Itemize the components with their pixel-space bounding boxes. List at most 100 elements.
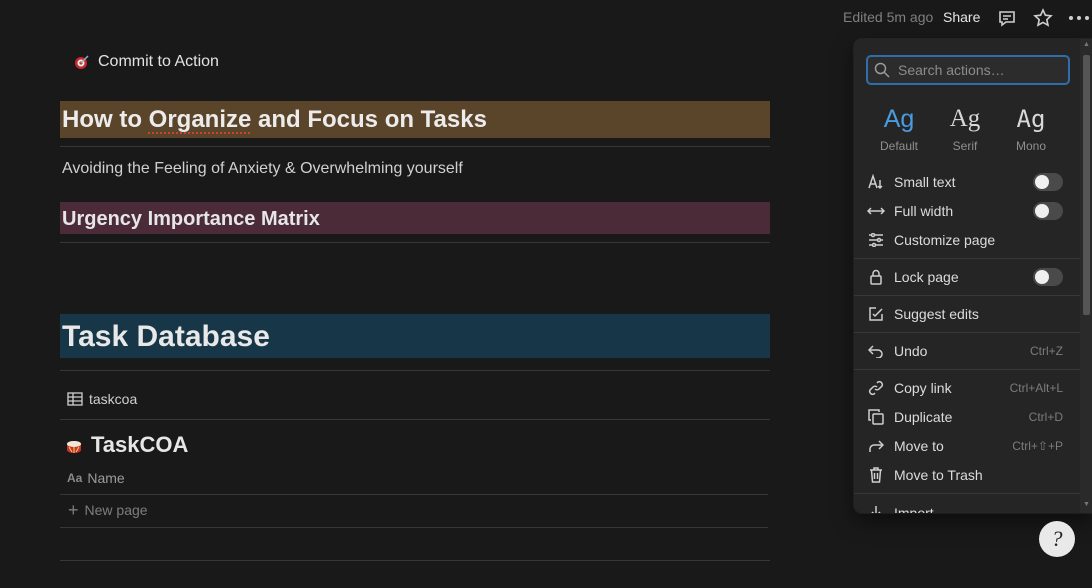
copy-link-shortcut: Ctrl+Alt+L	[1009, 380, 1063, 395]
undo-icon	[867, 342, 885, 360]
column-header-label: Name	[87, 470, 125, 486]
divider	[60, 527, 768, 528]
search-actions-input[interactable]	[896, 61, 1060, 79]
heading-task-database[interactable]: Task Database	[60, 314, 770, 358]
copy-link-row[interactable]: Copy link Ctrl+Alt+L	[854, 373, 1080, 402]
scrollbar-thumb[interactable]	[1083, 55, 1090, 315]
top-bar: Edited 5m ago Share	[0, 0, 1092, 34]
small-text-icon	[867, 173, 885, 191]
full-width-label: Full width	[894, 202, 954, 219]
text-property-icon: Aa	[67, 471, 83, 485]
share-button[interactable]: Share	[943, 9, 980, 25]
move-to-trash-row[interactable]: Move to Trash	[854, 460, 1080, 489]
comment-icon[interactable]	[996, 7, 1018, 29]
menu-separator	[854, 332, 1080, 333]
undo-shortcut: Ctrl+Z	[1030, 343, 1063, 358]
help-icon: ?	[1051, 526, 1063, 551]
divider	[60, 242, 770, 243]
customize-page-row[interactable]: Customize page	[854, 225, 1080, 254]
heading-urgency-text: Urgency Importance Matrix	[62, 208, 320, 230]
duplicate-shortcut: Ctrl+D	[1028, 409, 1063, 424]
heading-task-database-text: Task Database	[62, 320, 270, 353]
copy-link-label: Copy link	[894, 379, 952, 396]
font-mono-option[interactable]: Ag Mono	[998, 101, 1064, 153]
lock-page-row[interactable]: Lock page	[854, 262, 1080, 291]
font-selector: Ag Default Ag Serif Ag Mono	[866, 101, 1076, 153]
move-to-trash-label: Move to Trash	[894, 466, 983, 483]
menu-separator	[854, 258, 1080, 259]
heading-organize-text: How to Organize and Focus on Tasks	[62, 106, 487, 133]
menu-separator	[854, 295, 1080, 296]
full-width-row[interactable]: Full width	[854, 196, 1080, 225]
database-title-text: TaskCOA	[91, 432, 189, 457]
target-icon	[73, 53, 91, 71]
duplicate-icon	[867, 408, 885, 426]
star-icon[interactable]	[1032, 7, 1054, 29]
sliders-icon	[867, 231, 885, 249]
edited-timestamp: Edited 5m ago	[843, 9, 934, 25]
duplicate-label: Duplicate	[894, 408, 953, 425]
scroll-down-icon[interactable]: ▼	[1083, 501, 1090, 508]
menu-separator	[854, 493, 1080, 494]
font-default-glyph: Ag	[883, 105, 915, 133]
full-width-toggle[interactable]	[1033, 201, 1063, 220]
move-to-shortcut: Ctrl+⇧+P	[1012, 438, 1063, 453]
lock-page-toggle[interactable]	[1033, 267, 1063, 286]
import-label: Import	[894, 504, 934, 514]
divider	[60, 560, 770, 561]
move-to-label: Move to	[894, 437, 944, 454]
lock-page-label: Lock page	[894, 268, 959, 285]
divider	[60, 146, 770, 147]
database-title[interactable]: TaskCOA	[65, 432, 188, 458]
small-text-label: Small text	[894, 173, 956, 190]
help-button[interactable]: ?	[1039, 521, 1075, 557]
undo-label: Undo	[894, 342, 928, 359]
heading-urgency-matrix[interactable]: Urgency Importance Matrix	[60, 202, 770, 234]
menu-separator	[854, 369, 1080, 370]
lock-icon	[867, 268, 885, 286]
search-box[interactable]	[866, 55, 1070, 85]
suggest-edits-label: Suggest edits	[894, 305, 979, 322]
new-page-button[interactable]: + New page	[68, 500, 148, 520]
move-to-icon	[867, 437, 885, 455]
suggest-edit-icon	[867, 305, 885, 323]
menu-scrollbar[interactable]: ▲ ▼	[1080, 39, 1092, 513]
divider	[60, 419, 770, 420]
duplicate-row[interactable]: Duplicate Ctrl+D	[854, 402, 1080, 431]
subtext[interactable]: Avoiding the Feeling of Anxiety & Overwh…	[62, 160, 463, 178]
small-text-toggle[interactable]	[1033, 172, 1063, 191]
small-text-row[interactable]: Small text	[854, 167, 1080, 196]
search-icon	[874, 62, 890, 78]
font-serif-glyph: Ag	[949, 105, 981, 132]
more-icon[interactable]	[1068, 7, 1090, 29]
spellcheck-underline	[148, 130, 250, 134]
customize-page-label: Customize page	[894, 231, 996, 248]
font-mono-label: Mono	[1015, 139, 1047, 153]
suggest-edits-row[interactable]: Suggest edits	[854, 299, 1080, 328]
database-link-label: taskcoa	[89, 391, 138, 407]
font-serif-label: Serif	[952, 139, 978, 153]
import-row[interactable]: Import	[854, 498, 1080, 513]
import-icon	[867, 504, 885, 513]
drum-icon	[65, 436, 83, 454]
page-actions-menu: Ag Default Ag Serif Ag Mono Small text F…	[854, 39, 1092, 513]
divider	[60, 370, 770, 371]
table-icon	[67, 392, 83, 406]
breadcrumb-label: Commit to Action	[98, 53, 219, 70]
font-mono-glyph: Ag	[1016, 105, 1046, 133]
divider	[60, 494, 768, 495]
link-icon	[867, 379, 885, 397]
new-page-label: New page	[84, 502, 148, 518]
column-header-name[interactable]: Aa Name	[67, 470, 125, 486]
move-to-row[interactable]: Move to Ctrl+⇧+P	[854, 431, 1080, 460]
breadcrumb[interactable]: Commit to Action	[73, 53, 219, 71]
scroll-up-icon[interactable]: ▲	[1083, 41, 1090, 48]
plus-icon: +	[68, 500, 79, 520]
font-serif-option[interactable]: Ag Serif	[932, 101, 998, 153]
font-default-label: Default	[879, 139, 919, 153]
trash-icon	[867, 466, 885, 484]
undo-row[interactable]: Undo Ctrl+Z	[854, 336, 1080, 365]
database-link[interactable]: taskcoa	[67, 391, 137, 407]
font-default-option[interactable]: Ag Default	[866, 101, 932, 153]
full-width-icon	[867, 202, 885, 220]
